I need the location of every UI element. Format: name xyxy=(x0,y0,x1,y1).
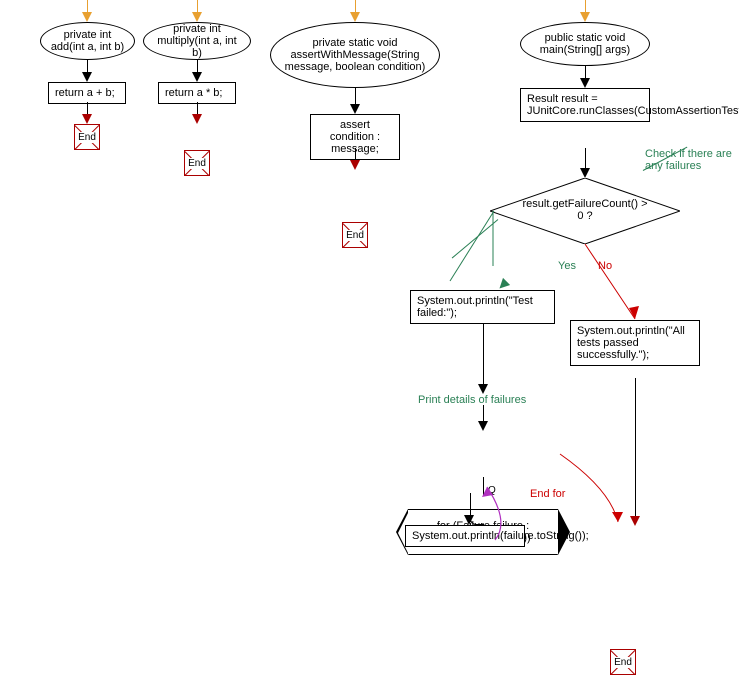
assert-header-text: private static void assertWithMessage(St… xyxy=(279,37,431,73)
assert-header: private static void assertWithMessage(St… xyxy=(270,22,440,88)
main-comment2: Print details of failures xyxy=(418,394,526,406)
add-end-text: End xyxy=(78,132,96,143)
main-step1: Result result = JUnitCore.runClasses(Cus… xyxy=(520,88,650,122)
yes-branch: System.out.println("Test failed:"); xyxy=(410,290,555,324)
main-step1-text: Result result = JUnitCore.runClasses(Cus… xyxy=(527,93,739,117)
multiply-header-text: private int multiply(int a, int b) xyxy=(152,23,242,59)
main-end: End xyxy=(610,649,636,675)
multiply-end: End xyxy=(184,150,210,176)
main-header-text: public static void main(String[] args) xyxy=(529,32,641,56)
multiply-body: return a * b; xyxy=(158,82,236,104)
assert-end-text: End xyxy=(346,230,364,241)
main-comment1: Check if there are any failures xyxy=(645,148,735,172)
add-body: return a + b; xyxy=(48,82,126,104)
no-branch-text: System.out.println("All tests passed suc… xyxy=(577,325,685,361)
no-branch: System.out.println("All tests passed suc… xyxy=(570,320,700,366)
multiply-end-text: End xyxy=(188,158,206,169)
yes-label: Yes xyxy=(558,260,576,272)
yes-branch-text: System.out.println("Test failed:"); xyxy=(417,295,533,319)
main-header: public static void main(String[] args) xyxy=(520,22,650,66)
endfor-label: End for xyxy=(530,488,565,500)
add-body-text: return a + b; xyxy=(55,87,115,99)
assert-end: End xyxy=(342,222,368,248)
add-header: private int add(int a, int b) xyxy=(40,22,135,60)
no-label: No xyxy=(598,260,612,272)
add-header-text: private int add(int a, int b) xyxy=(51,29,124,53)
main-end-text: End xyxy=(614,657,632,668)
multiply-header: private int multiply(int a, int b) xyxy=(143,22,251,60)
add-end: End xyxy=(74,124,100,150)
multiply-body-text: return a * b; xyxy=(165,87,222,99)
